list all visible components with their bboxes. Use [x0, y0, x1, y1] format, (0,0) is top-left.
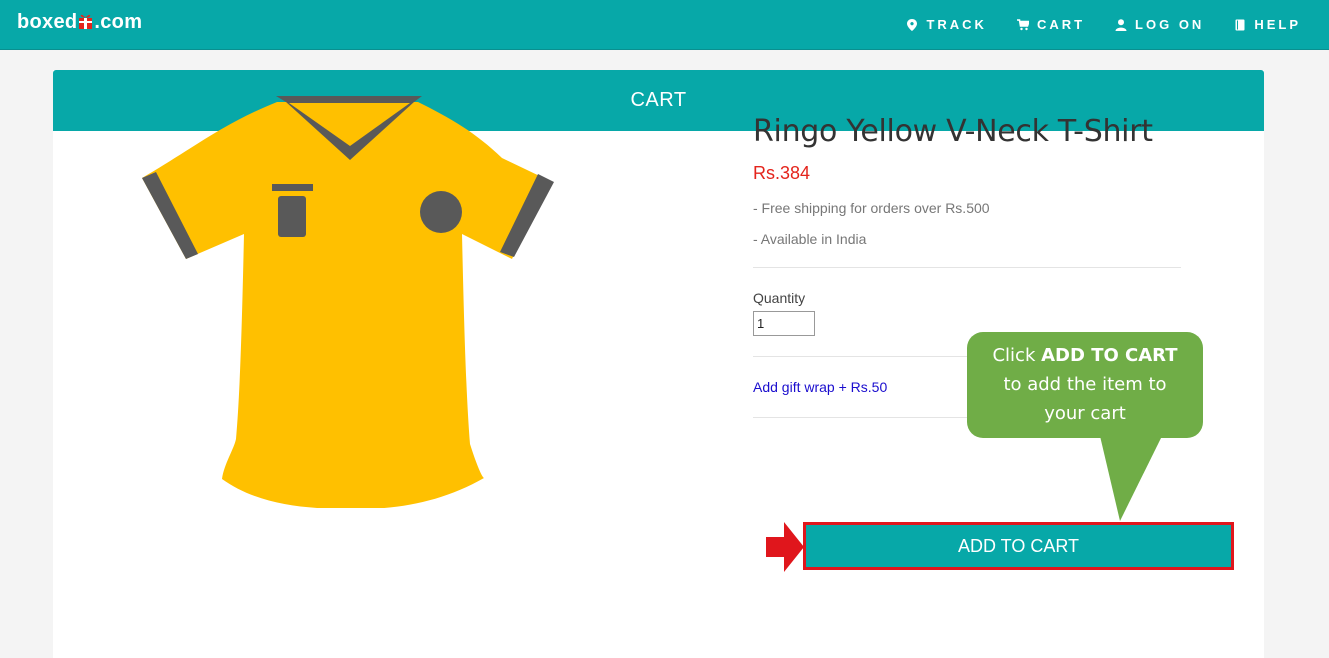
shirt-badge	[420, 191, 462, 233]
product-title: Ringo Yellow V-Neck T-Shirt	[753, 114, 1153, 149]
callout-pointer	[1100, 436, 1162, 521]
quantity-label: Quantity	[753, 290, 806, 306]
book-icon	[1235, 19, 1245, 30]
instruction-callout: Click ADD TO CART to add the item to you…	[967, 332, 1203, 438]
callout-bold: ADD TO CART	[1041, 345, 1178, 366]
nav-track[interactable]: TRACK	[906, 17, 987, 32]
nav-log-on-label: LOG ON	[1135, 17, 1205, 32]
nav-cart[interactable]: CART	[1016, 17, 1086, 32]
nav-help[interactable]: HELP	[1234, 17, 1301, 32]
main-nav: TRACK CART LOG ON HELP	[906, 17, 1301, 32]
shirt-pocket-flap	[272, 184, 313, 191]
nav-cart-label: CART	[1036, 17, 1086, 32]
callout-line-2: to add the item to	[1003, 374, 1167, 395]
cart-icon	[1016, 18, 1029, 30]
logo-text-left: boxed	[17, 11, 78, 33]
product-price: Rs.384	[753, 163, 811, 183]
feature-free-shipping: - Free shipping for orders over Rs.500	[753, 200, 990, 216]
shirt-pocket	[278, 196, 306, 237]
user-icon	[1115, 18, 1127, 31]
feature-availability: - Available in India	[753, 231, 867, 247]
map-marker-icon	[907, 18, 918, 31]
callout-line-1: Click ADD TO CART	[967, 341, 1203, 370]
nav-log-on[interactable]: LOG ON	[1115, 17, 1204, 32]
add-to-cart-button[interactable]: ADD TO CART	[803, 522, 1234, 570]
top-navbar: boxed .com TRACK CART LOG ON HELP	[0, 0, 1329, 50]
quantity-input[interactable]	[753, 311, 815, 336]
callout-prefix: Click	[992, 345, 1042, 366]
red-arrow-icon	[766, 522, 804, 572]
nav-help-label: HELP	[1254, 17, 1301, 32]
gift-icon	[79, 14, 93, 29]
logo-text-right: .com	[94, 11, 143, 33]
product-image	[142, 96, 554, 508]
nav-track-label: TRACK	[926, 17, 987, 32]
site-logo[interactable]: boxed .com	[17, 11, 142, 34]
shirt-body	[142, 102, 548, 508]
callout-line-3: your cart	[1044, 403, 1126, 424]
divider	[753, 267, 1181, 268]
